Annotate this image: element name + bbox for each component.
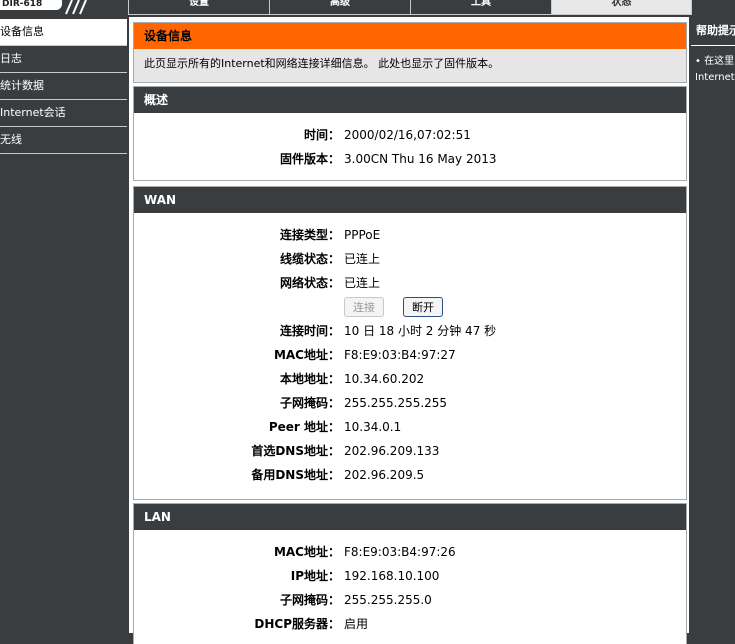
wan-title: WAN <box>134 187 686 213</box>
info-row-secondary-dns: 备用DNS地址： 202.96.209.5 <box>134 463 686 487</box>
connect-button[interactable]: 连接 <box>344 297 384 317</box>
sidebar-item-internet-sessions[interactable]: Internet会话 <box>0 100 127 127</box>
info-value: 2000/02/16,07:02:51 <box>344 128 471 142</box>
intro-section: 设备信息 此页显示所有的Internet和网络连接详细信息。 此处也显示了固件版… <box>133 22 687 83</box>
main-content: 设备信息 此页显示所有的Internet和网络连接详细信息。 此处也显示了固件版… <box>129 17 689 644</box>
sidebar-item-statistics[interactable]: 统计数据 <box>0 73 127 100</box>
lan-section: LAN MAC地址： F8:E9:03:B4:97:26 IP地址： 192.1… <box>133 503 687 644</box>
info-value: 已连上 <box>344 276 381 290</box>
info-label: 备用DNS地址： <box>251 468 340 482</box>
info-value: 255.255.255.255 <box>344 396 448 410</box>
connection-buttons: 连接 断开 <box>134 295 686 319</box>
info-row-peer-address: Peer 地址： 10.34.0.1 <box>134 415 686 439</box>
intro-text: 此页显示所有的Internet和网络连接详细信息。 此处也显示了固件版本。 <box>134 49 686 82</box>
info-label: IP地址： <box>290 569 340 583</box>
info-row-primary-dns: 首选DNS地址： 202.96.209.133 <box>134 439 686 463</box>
info-label: 首选DNS地址： <box>251 444 340 458</box>
info-value: 10.34.60.202 <box>344 372 425 386</box>
wan-section: WAN 连接类型： PPPoE 线缆状态： 已连上 网络状态： 已连上 连接 断… <box>133 186 687 500</box>
sidebar-item-wireless[interactable]: 无线 <box>0 127 127 154</box>
logo-slashes-icon <box>65 0 87 15</box>
info-label: 子网掩码： <box>279 396 340 410</box>
info-row-local-address: 本地地址： 10.34.60.202 <box>134 367 686 391</box>
help-panel: 帮助提示 • 在这里 LAN，Internet 802.11 N <box>691 17 735 633</box>
page-title: 设备信息 <box>134 23 686 49</box>
info-value: 255.255.255.0 <box>344 593 432 607</box>
info-row-connection-type: 连接类型： PPPoE <box>134 223 686 247</box>
info-label: MAC地址： <box>273 348 340 362</box>
info-row-cable-status: 线缆状态： 已连上 <box>134 247 686 271</box>
top-bar: DIR-618 设置 高级 工具 状态 <box>0 0 735 16</box>
info-value: 已连上 <box>344 252 381 266</box>
tab-status[interactable]: 状态 <box>551 0 692 15</box>
info-label: 连接时间： <box>279 324 340 338</box>
info-value: 202.96.209.133 <box>344 444 440 458</box>
tab-setup[interactable]: 设置 <box>128 0 270 15</box>
info-label: 本地地址： <box>279 372 340 386</box>
info-row-subnet-mask: 子网掩码： 255.255.255.255 <box>134 391 686 415</box>
info-value: 192.168.10.100 <box>344 569 440 583</box>
info-row-network-status: 网络状态： 已连上 <box>134 271 686 295</box>
info-row-firmware: 固件版本： 3.00CN Thu 16 May 2013 <box>134 147 686 171</box>
info-row-time: 时间： 2000/02/16,07:02:51 <box>134 123 686 147</box>
overview-title: 概述 <box>134 87 686 113</box>
info-value: 10 日 18 小时 2 分钟 47 秒 <box>344 324 497 338</box>
lan-title: LAN <box>134 504 686 530</box>
info-value: 202.96.209.5 <box>344 468 425 482</box>
info-label: 网络状态： <box>279 276 340 290</box>
info-row-lan-subnet: 子网掩码： 255.255.255.0 <box>134 588 686 612</box>
info-label: 线缆状态： <box>279 252 340 266</box>
info-value: F8:E9:03:B4:97:27 <box>344 348 456 362</box>
info-row-lan-mac: MAC地址： F8:E9:03:B4:97:26 <box>134 540 686 564</box>
info-label: 子网掩码： <box>279 593 340 607</box>
tab-tools[interactable]: 工具 <box>410 0 552 15</box>
info-row-mac: MAC地址： F8:E9:03:B4:97:27 <box>134 343 686 367</box>
logo: DIR-618 <box>0 0 62 10</box>
info-label: MAC地址： <box>273 545 340 559</box>
info-value: 启用 <box>344 617 369 631</box>
sidebar-item-device-info[interactable]: 设备信息 <box>0 19 127 46</box>
help-text: • 在这里 LAN，Internet 802.11 N <box>695 56 735 83</box>
info-value: PPPoE <box>344 228 381 242</box>
info-label: DHCP服务器： <box>254 617 340 631</box>
info-label: Peer 地址： <box>268 420 340 434</box>
info-label: 固件版本： <box>279 152 340 166</box>
sidebar-item-log[interactable]: 日志 <box>0 46 127 73</box>
info-label: 连接类型： <box>279 228 340 242</box>
info-value: F8:E9:03:B4:97:26 <box>344 545 456 559</box>
info-row-connection-time: 连接时间： 10 日 18 小时 2 分钟 47 秒 <box>134 319 686 343</box>
tab-advanced[interactable]: 高级 <box>269 0 411 15</box>
disconnect-button[interactable]: 断开 <box>403 297 443 317</box>
help-title: 帮助提示 <box>691 17 735 46</box>
info-row-dhcp: DHCP服务器： 启用 <box>134 612 686 636</box>
sidebar-nav: 设备信息 日志 统计数据 Internet会话 无线 <box>0 19 127 154</box>
info-value: 10.34.0.1 <box>344 420 402 434</box>
overview-section: 概述 时间： 2000/02/16,07:02:51 固件版本： 3.00CN … <box>133 86 687 181</box>
info-row-lan-ip: IP地址： 192.168.10.100 <box>134 564 686 588</box>
info-value: 3.00CN Thu 16 May 2013 <box>344 152 497 166</box>
info-label: 时间： <box>303 128 340 142</box>
